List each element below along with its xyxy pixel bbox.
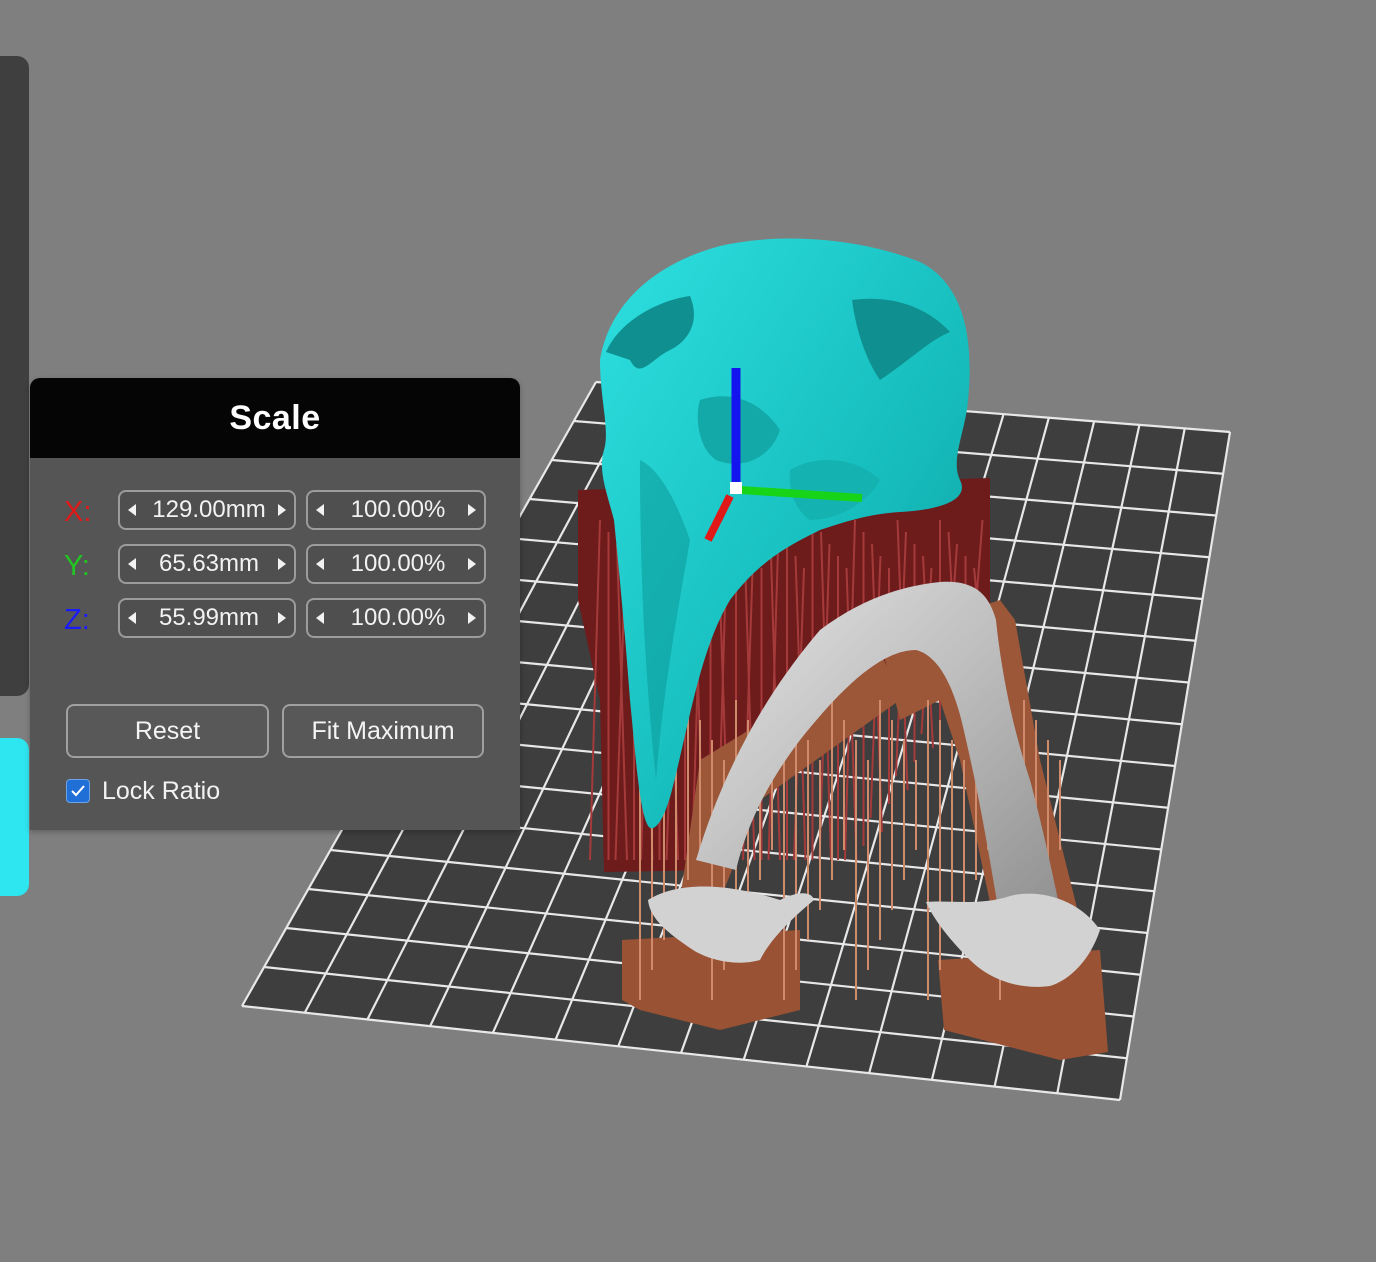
arrow-right-icon[interactable] [468,612,476,624]
arrow-left-icon[interactable] [128,558,136,570]
arrow-right-icon[interactable] [468,558,476,570]
x-percent-value[interactable]: 100.00% [332,492,464,528]
y-size-value[interactable]: 65.63mm [144,546,274,582]
z-percent-spinbox[interactable]: 100.00% [306,598,486,638]
arrow-left-icon[interactable] [316,612,324,624]
arrow-right-icon[interactable] [278,612,286,624]
y-percent-spinbox[interactable]: 100.00% [306,544,486,584]
arrow-right-icon[interactable] [278,504,286,516]
check-icon [71,785,85,797]
y-size-spinbox[interactable]: 65.63mm [118,544,296,584]
y-percent-value[interactable]: 100.00% [332,546,464,582]
arrow-right-icon[interactable] [278,558,286,570]
scale-row-y: Y: 65.63mm 100.00% [30,544,520,588]
scale-row-z: Z: 55.99mm 100.00% [30,598,520,642]
arrow-left-icon[interactable] [316,504,324,516]
arrow-left-icon[interactable] [316,558,324,570]
axis-label-x: X: [64,496,92,528]
x-percent-spinbox[interactable]: 100.00% [306,490,486,530]
left-toolbar-secondary[interactable] [0,738,29,896]
scale-row-x: X: 129.00mm 100.00% [30,490,520,534]
x-size-spinbox[interactable]: 129.00mm [118,490,296,530]
left-toolbar [0,56,29,696]
panel-title: Scale [30,378,520,458]
arrow-left-icon[interactable] [128,612,136,624]
arrow-right-icon[interactable] [468,504,476,516]
z-size-value[interactable]: 55.99mm [144,600,274,636]
3d-viewport[interactable]: Scale X: 129.00mm 100.00% Y: 65.63mm 100… [0,0,1376,1262]
axis-label-y: Y: [64,550,90,582]
reset-button[interactable]: Reset [66,704,269,758]
arrow-left-icon[interactable] [128,504,136,516]
scale-panel: Scale X: 129.00mm 100.00% Y: 65.63mm 100… [30,378,520,830]
gizmo-center [730,482,742,494]
fit-maximum-button[interactable]: Fit Maximum [282,704,484,758]
lock-ratio-row[interactable]: Lock Ratio [66,776,220,806]
lock-ratio-checkbox[interactable] [66,779,90,803]
x-size-value[interactable]: 129.00mm [144,492,274,528]
z-percent-value[interactable]: 100.00% [332,600,464,636]
axis-label-z: Z: [64,604,90,636]
lock-ratio-label: Lock Ratio [102,776,221,805]
z-size-spinbox[interactable]: 55.99mm [118,598,296,638]
